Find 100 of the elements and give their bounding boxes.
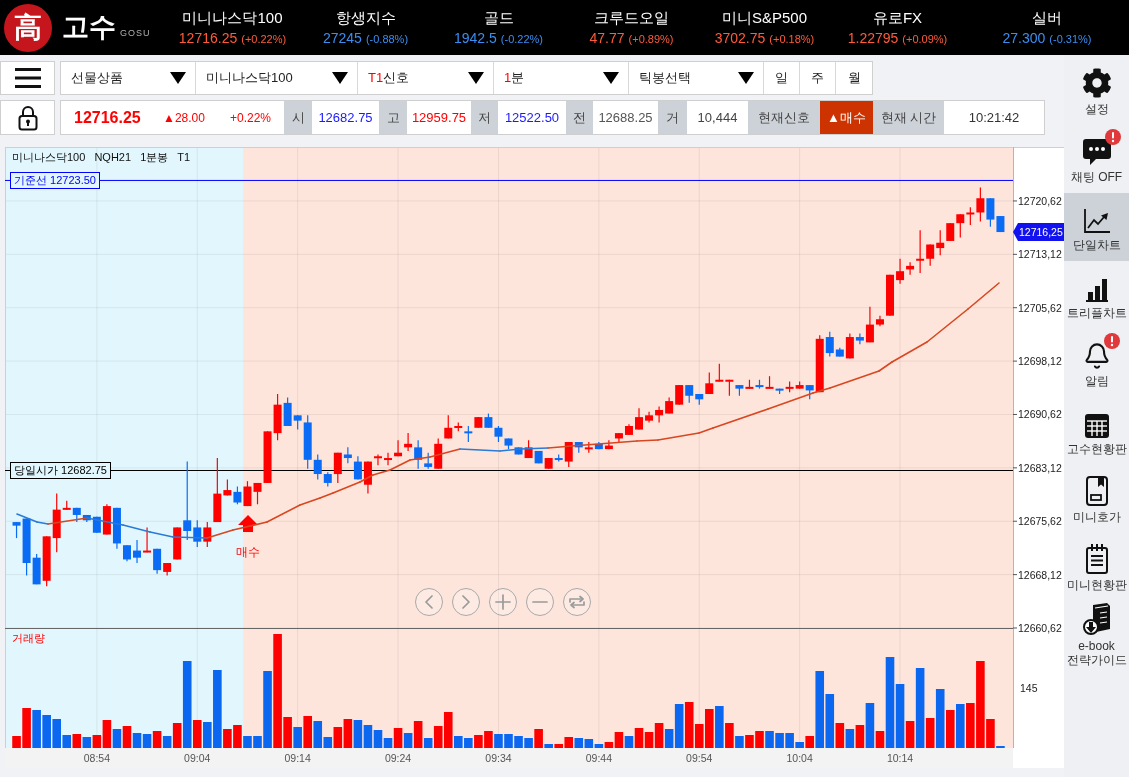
candlestick [986, 197, 995, 228]
sidebar-item[interactable]: 단일차트 [1064, 193, 1129, 261]
quote-field-value: 10,444 [697, 108, 738, 127]
current-time: 10:21:42 [968, 108, 1020, 127]
period-button[interactable]: 월 [836, 62, 872, 94]
signal-marker-label: 매수 [236, 545, 260, 559]
settings-icon [1081, 68, 1112, 98]
x-axis-tick-label: 09:44 [585, 752, 612, 764]
candlestick [153, 548, 162, 575]
ticker-change: (+0.09%) [902, 31, 948, 47]
y-axis-tick-label: 12713,12 [1018, 248, 1062, 261]
period-button[interactable]: 일 [764, 62, 800, 94]
candlestick [956, 213, 965, 238]
candlestick [283, 396, 292, 427]
x-axis-tick-label: 09:34 [485, 752, 512, 764]
candlestick [564, 441, 573, 468]
candlestick [384, 452, 393, 466]
zoom-out-button[interactable] [526, 588, 554, 616]
dropdown-select[interactable]: T1신호 [358, 62, 494, 94]
period-button[interactable]: 주 [800, 62, 836, 94]
y-axis-tick-label: 12720,62 [1018, 194, 1062, 207]
grid-icon [1084, 414, 1109, 438]
caret-icon [332, 72, 348, 84]
quote-field-value: 12522.50 [504, 108, 560, 127]
ticker-value: 3702.75 [714, 28, 766, 47]
volume-panel-title: 거래량 [12, 631, 45, 645]
current-price: 12716.25 [74, 107, 141, 128]
y-axis-tick-label: 12683,12 [1018, 461, 1062, 474]
candlestick [865, 306, 874, 343]
candlestick [655, 405, 664, 424]
bar-chart-icon [1083, 278, 1110, 302]
candlestick [243, 480, 252, 507]
sidebar-item[interactable]: 고수현황판 [1064, 397, 1129, 465]
candlestick [855, 332, 864, 345]
candlestick [936, 229, 945, 256]
dropdown-select[interactable]: 미니나스닥100 [196, 62, 358, 94]
y-axis-tick-label: 12705,62 [1018, 301, 1062, 314]
change-rate: +0.22% [230, 109, 272, 127]
candlestick [896, 258, 905, 285]
minus-icon [532, 601, 548, 603]
logo-subtitle: GOSU [120, 29, 151, 38]
menu-icon [14, 68, 41, 88]
ticker-value: 47.77 [589, 28, 625, 47]
ticker-change: (+0.18%) [769, 31, 815, 47]
sidebar-item[interactable]: 알림 [1064, 329, 1129, 397]
ticker-change: (-0.31%) [1049, 31, 1092, 47]
plus-icon [495, 594, 511, 610]
price-change: ▲28.00 [163, 109, 205, 127]
chevron-right-icon [462, 595, 470, 609]
previous-button[interactable] [415, 588, 443, 616]
candlestick [363, 460, 372, 495]
chevron-left-icon [425, 595, 433, 609]
dropdown-select[interactable]: 선물상품 [61, 62, 196, 94]
sidebar-item[interactable]: 설정 [1064, 57, 1129, 125]
bell-icon [1082, 342, 1111, 370]
sidebar-item[interactable]: 미니호가 [1064, 465, 1129, 533]
ticker-value: 12716.25 [178, 28, 238, 47]
zoom-in-button[interactable] [489, 588, 517, 616]
ticker-name: 미니나스닥100 [182, 7, 283, 28]
ticker-name: 실버 [1032, 7, 1062, 28]
sidebar-item[interactable]: 트리플차트 [1064, 261, 1129, 329]
candlestick [675, 384, 684, 406]
y-axis-tick-label: 12660,62 [1018, 622, 1062, 634]
x-axis-tick-label: 09:04 [184, 752, 211, 764]
dropdown-select[interactable]: 틱봉선택 [629, 62, 764, 94]
candlestick [373, 453, 382, 466]
repeat-icon [568, 595, 586, 609]
dropdown-select[interactable]: 1분 [494, 62, 629, 94]
logo-emblem: 高 [4, 3, 52, 52]
candlestick [203, 521, 212, 548]
sidebar-item[interactable]: 채팅 OFF [1064, 125, 1129, 193]
menu-button[interactable] [0, 61, 55, 95]
sidebar-item[interactable]: e-book 전략가이드 [1064, 601, 1129, 669]
y-axis-tick-label: 12690,62 [1018, 408, 1062, 421]
quote-field-value: 12682.75 [318, 108, 373, 127]
lock-button[interactable] [0, 100, 55, 135]
lock-icon [17, 104, 38, 131]
quote-field-label: 고 [379, 101, 407, 134]
candlestick [976, 186, 985, 222]
x-axis-tick-label: 09:24 [384, 752, 412, 764]
ticker-change: (+0.89%) [628, 31, 674, 47]
quote-field-label: 시 [284, 101, 312, 134]
x-axis-tick-label: 10:14 [886, 752, 914, 764]
x-axis-tick-label: 08:54 [83, 752, 110, 764]
candlestick [845, 332, 854, 359]
candlestick [143, 526, 152, 553]
next-button[interactable] [452, 588, 480, 616]
y-axis-tick-label: 12675,62 [1018, 515, 1062, 528]
candlestick [333, 452, 342, 484]
x-axis-tick-label: 09:54 [686, 752, 713, 764]
ticker-name: 골드 [483, 7, 514, 28]
volume-axis-label: 145 [1020, 682, 1038, 694]
ticker-name: 유로FX [872, 7, 923, 28]
caret-icon [170, 72, 186, 84]
sidebar-item[interactable]: 미니현황판 [1064, 533, 1129, 601]
line-chart-icon [1082, 208, 1111, 234]
ticker-value: 27.300 [1002, 28, 1046, 47]
time-label: 현재 시간 [873, 101, 944, 134]
chat-bubble-icon [1081, 138, 1112, 166]
reset-button[interactable] [563, 588, 591, 616]
